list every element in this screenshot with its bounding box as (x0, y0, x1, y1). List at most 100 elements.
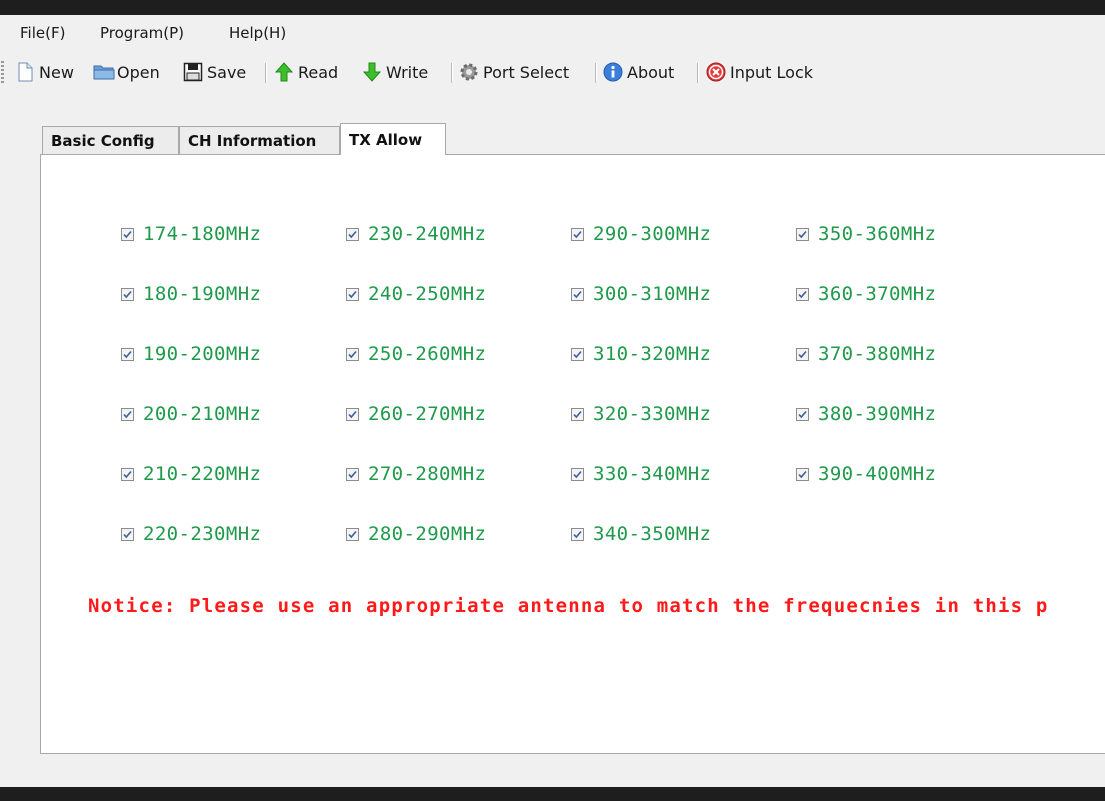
band-checkbox-item[interactable]: 350-360MHz (796, 223, 936, 245)
checkbox[interactable] (796, 287, 809, 301)
tab-label: Basic Config (51, 131, 155, 150)
tab-label: CH Information (188, 131, 317, 150)
bottom-border (0, 787, 1105, 801)
band-label: 190-200MHz (143, 343, 262, 365)
save-button[interactable]: Save (183, 59, 246, 85)
checkmark-icon (573, 410, 582, 418)
menu-program[interactable]: Program(P) (100, 24, 184, 42)
band-checkbox-item[interactable]: 190-200MHz (121, 343, 261, 365)
checkmark-icon (348, 530, 357, 538)
checkbox[interactable] (346, 287, 359, 301)
checkbox[interactable] (571, 407, 584, 421)
checkmark-icon (798, 410, 807, 418)
write-button[interactable]: Write (362, 59, 428, 85)
save-label: Save (207, 62, 247, 82)
menu-bar: File(F) Program(P) Help(H) (0, 15, 1105, 51)
band-checkbox-item[interactable]: 270-280MHz (346, 463, 486, 485)
tab-ch-information[interactable]: CH Information (179, 126, 340, 154)
band-checkbox-item[interactable]: 370-380MHz (796, 343, 936, 365)
checkbox[interactable] (346, 527, 359, 541)
band-checkbox-item[interactable]: 210-220MHz (121, 463, 261, 485)
checkmark-icon (573, 350, 582, 358)
band-checkbox-item[interactable]: 310-320MHz (571, 343, 711, 365)
band-checkbox-item[interactable]: 390-400MHz (796, 463, 936, 485)
band-label: 330-340MHz (593, 463, 712, 485)
checkbox[interactable] (571, 347, 584, 361)
write-label: Write (386, 62, 429, 82)
band-label: 230-240MHz (368, 223, 487, 245)
checkbox[interactable] (121, 227, 134, 241)
port-select-label: Port Select (483, 62, 570, 82)
checkbox[interactable] (346, 407, 359, 421)
checkmark-icon (798, 470, 807, 478)
band-checkbox-item[interactable]: 360-370MHz (796, 283, 936, 305)
toolbar-grip[interactable] (1, 61, 4, 83)
band-checkbox-item[interactable]: 174-180MHz (121, 223, 261, 245)
tab-basic-config[interactable]: Basic Config (42, 126, 179, 154)
menu-help[interactable]: Help(H) (229, 24, 286, 42)
about-label: About (627, 62, 675, 82)
checkbox[interactable] (121, 287, 134, 301)
arrow-down-icon (362, 62, 382, 82)
band-checkbox-item[interactable]: 290-300MHz (571, 223, 711, 245)
checkbox[interactable] (346, 467, 359, 481)
band-checkbox-item[interactable]: 240-250MHz (346, 283, 486, 305)
band-label: 370-380MHz (818, 343, 937, 365)
menu-file[interactable]: File(F) (20, 24, 65, 42)
tab-tx-allow[interactable]: TX Allow (340, 123, 446, 155)
open-label: Open (117, 62, 160, 82)
band-label: 200-210MHz (143, 403, 262, 425)
band-checkbox-item[interactable]: 280-290MHz (346, 523, 486, 545)
checkbox[interactable] (121, 347, 134, 361)
band-checkbox-item[interactable]: 340-350MHz (571, 523, 711, 545)
band-checkbox-item[interactable]: 320-330MHz (571, 403, 711, 425)
checkmark-icon (798, 230, 807, 238)
checkbox[interactable] (571, 287, 584, 301)
band-checkbox-item[interactable]: 330-340MHz (571, 463, 711, 485)
checkbox[interactable] (796, 407, 809, 421)
checkbox[interactable] (121, 527, 134, 541)
checkbox[interactable] (571, 227, 584, 241)
band-checkbox-item[interactable]: 230-240MHz (346, 223, 486, 245)
band-checkbox-item[interactable]: 180-190MHz (121, 283, 261, 305)
band-label: 350-360MHz (818, 223, 937, 245)
checkbox[interactable] (346, 347, 359, 361)
tx-allow-panel: 174-180MHz 180-190MHz 190-200MHz 200-210MHz… (40, 154, 1105, 754)
input-lock-button[interactable]: Input Lock (706, 59, 813, 85)
port-select-button[interactable]: Port Select (459, 59, 569, 85)
checkbox[interactable] (796, 347, 809, 361)
checkmark-icon (123, 470, 132, 478)
band-checkbox-item[interactable]: 260-270MHz (346, 403, 486, 425)
checkbox[interactable] (571, 527, 584, 541)
read-button[interactable]: Read (274, 59, 338, 85)
band-label: 380-390MHz (818, 403, 937, 425)
toolbar-separator (595, 63, 597, 83)
band-checkbox-item[interactable]: 250-260MHz (346, 343, 486, 365)
checkbox[interactable] (796, 467, 809, 481)
band-label: 270-280MHz (368, 463, 487, 485)
band-label: 210-220MHz (143, 463, 262, 485)
band-label: 290-300MHz (593, 223, 712, 245)
band-checkbox-item[interactable]: 380-390MHz (796, 403, 936, 425)
about-button[interactable]: About (603, 59, 674, 85)
new-file-icon (15, 62, 35, 82)
checkmark-icon (348, 290, 357, 298)
floppy-disk-icon (183, 62, 203, 82)
checkbox[interactable] (571, 467, 584, 481)
checkbox[interactable] (121, 467, 134, 481)
band-label: 390-400MHz (818, 463, 937, 485)
open-button[interactable]: Open (93, 59, 160, 85)
checkbox[interactable] (121, 407, 134, 421)
band-label: 340-350MHz (593, 523, 712, 545)
band-label: 174-180MHz (143, 223, 262, 245)
band-checkbox-item[interactable]: 300-310MHz (571, 283, 711, 305)
checkbox[interactable] (346, 227, 359, 241)
checkmark-icon (123, 230, 132, 238)
new-button[interactable]: New (15, 59, 74, 85)
band-checkbox-item[interactable]: 200-210MHz (121, 403, 261, 425)
checkbox[interactable] (796, 227, 809, 241)
checkmark-icon (348, 410, 357, 418)
checkmark-icon (123, 410, 132, 418)
band-checkbox-item[interactable]: 220-230MHz (121, 523, 261, 545)
band-label: 180-190MHz (143, 283, 262, 305)
